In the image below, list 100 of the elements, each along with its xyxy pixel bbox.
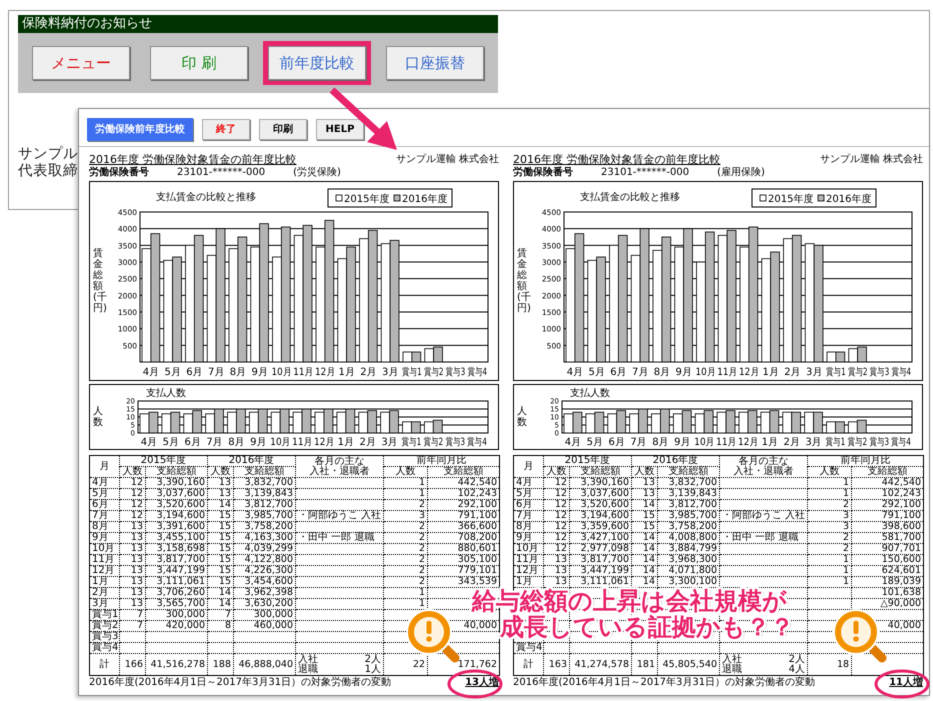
table-cell: 3,300,100 [658,576,720,588]
table-cell: 14 [208,500,234,510]
screen-title: 労働保険前年度比較 [87,118,193,141]
table-cell: 13 [632,488,658,500]
toolbar-button[interactable]: メニュー [32,46,130,80]
table-cell: 3 [384,510,428,522]
axis-label: 賞与1 [826,437,846,448]
axis-label: 11月 [717,366,737,378]
legend-label: 2015年度 [768,194,814,205]
table-cell: 4人 [788,664,806,674]
legend-label: 2015年度 [344,194,390,205]
axis-label: 4月 [566,367,584,378]
table-cell: 13 [208,478,234,488]
axis-label: 賞与2 [424,367,444,378]
table-cell: 3,111,061 [570,576,632,588]
axis-label: 9月 [674,437,690,448]
table-cell: 1人 [364,664,382,674]
table-cell: 102,243 [852,488,924,500]
axis-label: 10月 [694,436,714,448]
table-cell: 15 [208,532,234,544]
table-cell: 13 [120,598,146,610]
table-cell: 3,884,799 [658,544,720,554]
column-header: 人数 [808,466,852,478]
axis-label: 賞与3 [446,367,466,378]
table-cell: 1 [808,488,852,500]
table-cell: 13 [544,576,570,588]
field-label: 労働保険番号 [89,167,149,179]
toolbar-button[interactable]: HELP [316,119,364,140]
table-cell: 3,520,600 [146,500,208,510]
toolbar-button[interactable]: 口座振替 [386,46,484,80]
table-cell: 退職 [722,664,742,674]
table-cell: 14 [632,544,658,554]
axis-label: 賞与3 [870,367,890,378]
body-text: 代表取締 [18,163,78,180]
table-cell: 12 [544,478,570,488]
table-cell: 13 [120,522,146,532]
axis-label: 6月 [184,437,201,448]
axis-label: 4月 [142,367,160,378]
axis-label: 10月 [696,366,716,378]
axis-label: 8月 [228,437,245,448]
table-cell: 3,520,600 [570,500,632,510]
axis-label: 賞与2 [847,437,868,448]
table-cell: 14 [208,588,234,598]
table-cell: 3,817,700 [146,554,208,566]
table-cell: 3,706,260 [146,588,208,598]
table-cell: 3,630,200 [234,598,296,610]
axis-label: 1月 [338,367,355,378]
table-cell: 13 [632,478,658,488]
table-cell: 442,540 [428,478,500,488]
table-cell: 1 [808,566,852,576]
table-cell: 3,454,600 [234,576,296,588]
table-cell: 1 [808,554,852,566]
table-cell: 15 [208,576,234,588]
footer-text: 2016年度(2016年4月1日～2017年3月31日）の対象労働者の変動 [513,676,816,689]
axis-label: 5月 [588,367,605,378]
table-cell: 14 [632,554,658,566]
table-cell: 4,039,299 [234,544,296,554]
toolbar-button[interactable]: 前年度比較 [268,46,366,80]
table-cell: 入社 [298,654,318,664]
table-cell: 12 [544,522,570,532]
field-value: 23101-******-000 [177,167,266,179]
table-cell: 7 [120,620,146,632]
axis-label: 10月 [270,436,290,448]
table-cell: 13 [208,488,234,500]
table-cell: 4,071,800 [658,566,720,576]
table-cell: 8 [208,620,234,632]
table-cell: 1 [384,478,428,488]
table-cell: 3,812,700 [234,500,296,510]
axis-label: 12月 [315,366,335,378]
table-cell: 189,039 [852,576,924,588]
axis-label: 1月 [338,437,354,448]
column-header: 各月の主な 入社・退職者 [720,456,808,478]
table-cell: 12 [544,510,570,522]
table-cell: 1 [808,478,852,488]
axis-label: 賞与2 [848,367,868,378]
table-cell: 2,977,098 [570,544,632,554]
legend-label: 2016年度 [402,194,448,205]
table-cell: 退職 [298,664,318,674]
table-cell: 3,968,300 [658,554,720,566]
table-cell: 7 [120,610,146,620]
table-cell: 779,101 [428,566,500,576]
axis-label: 4月 [140,437,158,448]
chart-title: 支払賃金の比較と推移 [156,192,256,203]
table-cell: 入社 [722,654,742,664]
axis-label: 8月 [652,437,669,448]
toolbar-button[interactable]: 印刷 [259,119,307,140]
axis-label: 賞与3 [445,437,466,448]
table-cell: 3,427,100 [570,532,632,544]
company-name: サンプル運輸 株式会社 [820,153,923,167]
toolbar-button[interactable]: 終了 [202,119,250,140]
table-cell: 2人 [788,654,806,664]
table-cell: 7 [208,610,234,620]
axis-label: 1月 [762,437,778,448]
change-value: 11人増 [889,676,923,689]
table-cell: 13 [120,544,146,554]
axis-label: 10月 [272,366,292,378]
toolbar-button[interactable]: 印 刷 [150,46,248,80]
axis-label: 9月 [250,437,266,448]
table-cell: 300,000 [146,610,208,620]
table-cell: 3 [808,522,852,532]
